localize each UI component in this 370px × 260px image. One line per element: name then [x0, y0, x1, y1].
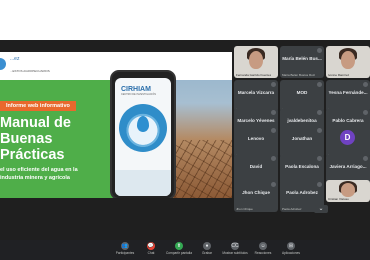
shared-presentation: ...ez ...ESTOS AGROPECUARIOS Informe web… — [0, 52, 232, 198]
share-screen-button[interactable]: ⬆ Compartir pantalla — [164, 242, 194, 258]
participant-name: Paola Adrobez — [286, 190, 318, 195]
participants-icon: 👥 — [121, 242, 129, 250]
more-participants-chevron-icon[interactable]: ⌄ — [314, 205, 328, 213]
reactions-label: Reacciones — [254, 251, 272, 255]
participant-name: David — [249, 164, 263, 169]
participant-avatar: D — [340, 130, 355, 145]
participant-name: Marcela Vizcarra — [237, 90, 275, 95]
participant-video — [341, 51, 355, 69]
participant-name: Marcelo Yévenes — [237, 118, 275, 123]
participant-label: Jhon Chique — [236, 207, 253, 211]
cirhiam-logo-text: CIRHIAM — [121, 86, 151, 93]
mic-off-icon — [271, 128, 276, 133]
phone-screen: CIRHIAM CENTRO DE INVESTIGACIÓN — [115, 78, 171, 196]
control-bar: 👥 Participantes 💬 Chat ⬆ Compartir panta… — [0, 240, 370, 260]
cirhiam-logo: CIRHIAM CENTRO DE INVESTIGACIÓN — [121, 86, 156, 96]
apps-label: Aplicaciones — [282, 251, 300, 255]
mic-off-icon — [271, 82, 276, 87]
apps-icon: ⊞ — [287, 242, 295, 250]
participant-video — [249, 51, 263, 69]
participant-name: María Belén Bus... — [282, 56, 322, 61]
participant-label: Cristian Vistoso — [328, 197, 349, 201]
participant-label: Fernanda Garrido Fuentes — [236, 73, 272, 77]
mic-off-icon — [317, 48, 322, 53]
participant-label: María Belén Bustos Ruiz — [282, 73, 316, 77]
mic-off-icon — [363, 110, 368, 115]
chat-label: Chat — [147, 251, 155, 255]
mic-off-icon — [317, 182, 322, 187]
mic-off-icon — [271, 110, 276, 115]
participant-tile[interactable]: María Belén Bus... María Belén Bustos Ru… — [280, 46, 324, 78]
participant-name: Jonathan — [291, 136, 313, 141]
chat-button[interactable]: 💬 Chat — [136, 242, 166, 258]
cirhiam-logo-sub: CENTRO DE INVESTIGACIÓN — [121, 93, 157, 96]
participant-name: Lenovo — [247, 136, 265, 141]
org-logo-icon — [0, 58, 6, 70]
phone-footer — [115, 170, 171, 196]
share-screen-icon: ⬆ — [175, 242, 183, 250]
share-screen-label: Compartir pantalla — [165, 251, 193, 255]
mic-off-icon — [363, 82, 368, 87]
record-button[interactable]: ● Grabar — [192, 242, 222, 258]
participant-name: Javiera Arriago... — [329, 164, 367, 169]
reactions-button[interactable]: ☺ Reacciones — [248, 242, 278, 258]
participant-name: Pablo Cabrera — [332, 118, 364, 123]
participant-video — [341, 183, 355, 197]
report-badge: Informe web informativo — [0, 101, 76, 111]
record-label: Grabar — [202, 251, 212, 255]
manual-seal-icon — [119, 104, 167, 152]
participant-tile[interactable]: Fernanda Garrido Fuentes — [234, 46, 278, 78]
slide-title: Manual de Buenas Prácticas — [0, 115, 71, 163]
mic-off-icon — [317, 82, 322, 87]
mic-off-icon — [317, 156, 322, 161]
participant-tile[interactable]: Ivonne Ramírez — [326, 46, 370, 78]
participant-name: jvaldebenitoa — [287, 118, 317, 123]
record-icon: ● — [203, 242, 211, 250]
screen: ...ez ...ESTOS AGROPECUARIOS Informe web… — [0, 0, 370, 260]
subtitles-icon: CC — [231, 242, 239, 250]
reactions-icon: ☺ — [259, 242, 267, 250]
participant-label: Ivonne Ramírez — [328, 73, 350, 77]
slide-org-name: ...ez — [10, 56, 20, 62]
participant-name: MOD — [296, 90, 308, 95]
participant-name: Jhon Chique — [242, 190, 270, 195]
chat-icon: 💬 — [147, 242, 155, 250]
participant-name: Paola Escalona — [285, 164, 319, 169]
apps-button[interactable]: ⊞ Aplicaciones — [276, 242, 306, 258]
phone-mockup: CIRHIAM CENTRO DE INVESTIGACIÓN — [110, 70, 176, 198]
subtitles-label: Mostrar subtítulos — [222, 251, 248, 255]
participant-name: Yesna Fernánde... — [328, 90, 368, 95]
mic-off-icon — [317, 110, 322, 115]
slide-org-subtitle: ...ESTOS AGROPECUARIOS — [10, 69, 50, 73]
mic-off-icon — [271, 182, 276, 187]
subtitles-button[interactable]: CC Mostrar subtítulos — [220, 242, 250, 258]
slide-description: el uso eficiente del agua en la industri… — [0, 167, 78, 181]
participant-label: Paola Adrobez — [282, 207, 302, 211]
mic-off-icon — [317, 128, 322, 133]
mic-off-icon — [363, 156, 368, 161]
participant-tile[interactable]: Jhon Chique Jhon Chique — [234, 180, 278, 212]
mic-off-icon — [271, 156, 276, 161]
participant-tile[interactable]: Cristian Vistoso — [326, 180, 370, 202]
